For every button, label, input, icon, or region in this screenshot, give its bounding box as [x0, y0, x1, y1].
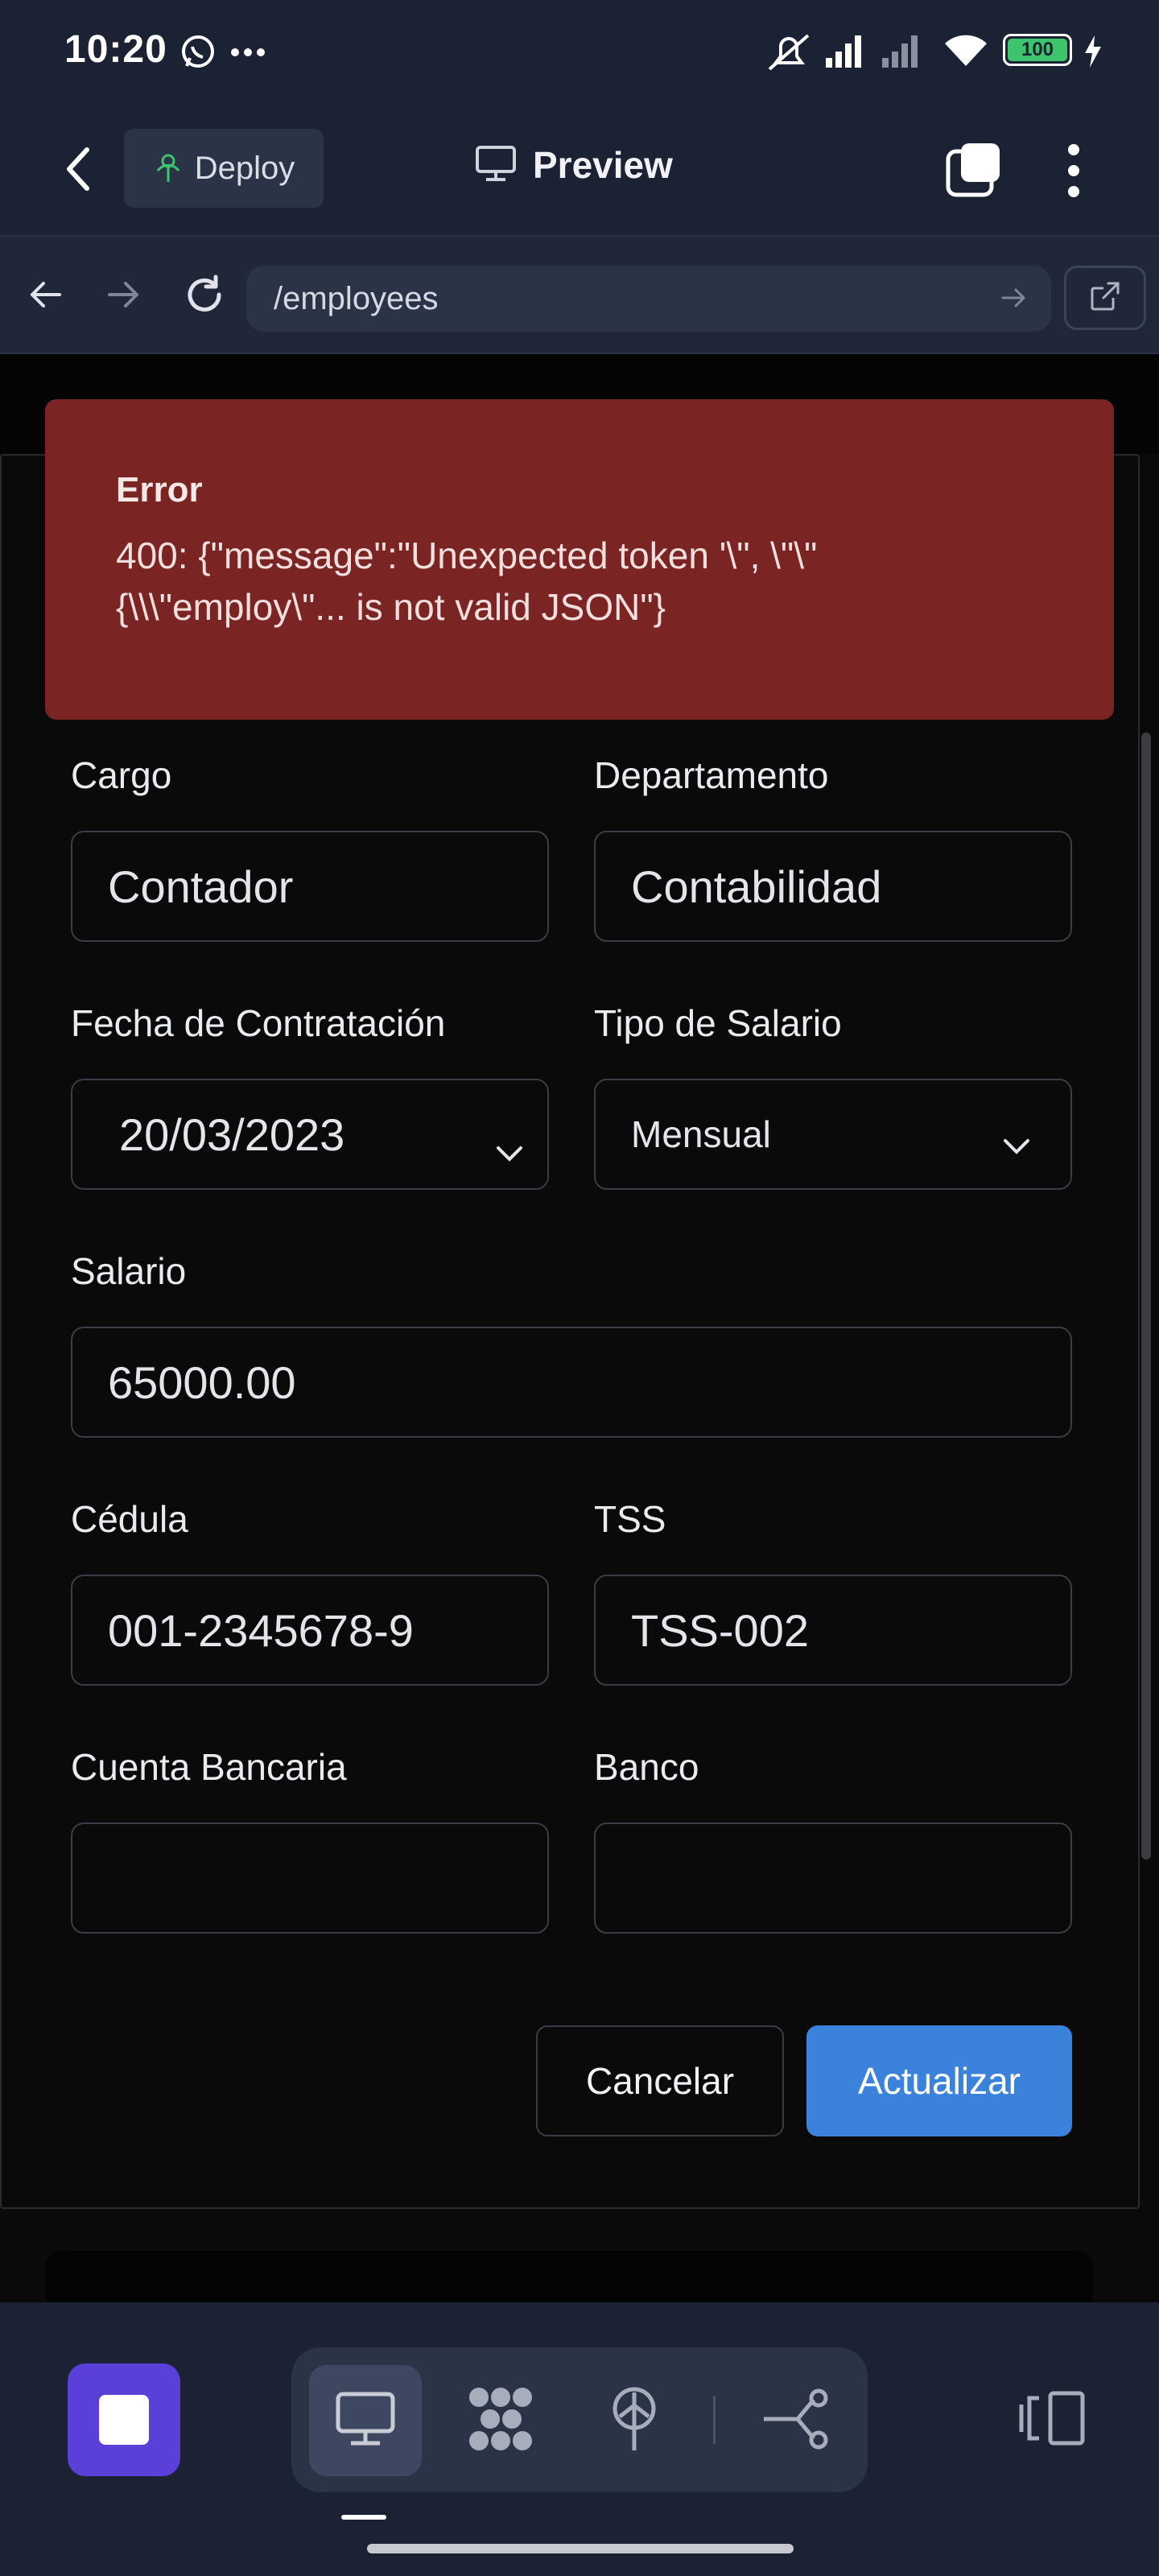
nav-back-icon[interactable]: [27, 277, 63, 316]
error-message: 400: {"message":"Unexpected token '\", \…: [116, 535, 818, 628]
tipo-salario-value: Mensual: [631, 1113, 771, 1155]
fecha-value: 20/03/2023: [119, 1108, 345, 1160]
layout-toggle-button[interactable]: [996, 2363, 1109, 2476]
cargo-label: Cargo: [71, 754, 172, 796]
cedula-input[interactable]: 001-2345678-9: [71, 1575, 549, 1686]
deploy-tree-icon: [604, 2384, 665, 2458]
app-header: Deploy Preview: [0, 103, 1159, 235]
deploy-button[interactable]: Deploy: [124, 129, 324, 208]
cargo-input[interactable]: Contador: [71, 831, 549, 942]
deploy-icon: [153, 150, 184, 188]
salario-input[interactable]: 65000.00: [71, 1327, 1072, 1438]
departamento-input[interactable]: Contabilidad: [594, 831, 1072, 942]
wifi-icon: [942, 31, 990, 73]
signal-off-icon: [881, 32, 926, 73]
layout-icon: [1018, 2390, 1087, 2450]
tss-label: TSS: [594, 1498, 666, 1540]
salario-label: Salario: [71, 1250, 187, 1292]
bottom-dock: [0, 2302, 1159, 2576]
stop-button[interactable]: [68, 2363, 180, 2476]
open-external-button[interactable]: [1064, 266, 1146, 330]
back-icon[interactable]: [63, 145, 95, 197]
error-toast: Error 400: {"message":"Unexpected token …: [45, 399, 1114, 720]
banco-input[interactable]: [594, 1823, 1072, 1934]
external-link-icon: [1089, 280, 1121, 316]
update-button[interactable]: Actualizar: [806, 2025, 1072, 2136]
error-title: Error: [116, 470, 203, 510]
departamento-label: Departamento: [594, 754, 829, 796]
tipo-salario-select[interactable]: Mensual: [594, 1079, 1072, 1190]
active-tab-indicator: [341, 2515, 386, 2520]
banco-label: Banco: [594, 1746, 699, 1788]
git-branch-icon: [761, 2388, 830, 2454]
cancel-button[interactable]: Cancelar: [536, 2025, 784, 2136]
cedula-label: Cédula: [71, 1498, 188, 1540]
monitor-icon: [335, 2391, 396, 2451]
charging-icon: [1083, 35, 1103, 72]
more-dots-icon: [230, 47, 266, 61]
url-text: /employees: [274, 280, 439, 316]
url-field[interactable]: /employees: [246, 266, 1051, 332]
fecha-label: Fecha de Contratación: [71, 1002, 446, 1044]
whatsapp-icon: [179, 32, 217, 75]
battery-icon: 100: [1003, 34, 1072, 66]
signal-icon: [824, 32, 869, 73]
browser-bar: /employees: [0, 235, 1159, 354]
page-title: Preview: [533, 144, 673, 186]
tool-packages[interactable]: [444, 2365, 557, 2476]
refresh-icon[interactable]: [182, 272, 227, 321]
more-vertical-icon[interactable]: [1067, 143, 1080, 202]
status-bar: 10:20 100: [0, 0, 1159, 103]
tipo-salario-label: Tipo de Salario: [594, 1002, 842, 1044]
nav-forward-icon[interactable]: [106, 277, 142, 316]
stop-icon: [99, 2395, 149, 2445]
tool-git[interactable]: [739, 2365, 852, 2476]
status-time: 10:20: [64, 28, 167, 71]
fecha-date-input[interactable]: 20/03/2023: [71, 1079, 549, 1190]
tool-group: [291, 2347, 868, 2492]
mute-icon: [765, 31, 813, 78]
preview-title-wrap: Preview: [475, 143, 673, 187]
tool-deploy[interactable]: [578, 2365, 691, 2476]
cuenta-bancaria-input[interactable]: [71, 1823, 549, 1934]
tabs-icon[interactable]: [945, 140, 1003, 202]
cuenta-bancaria-label: Cuenta Bancaria: [71, 1746, 347, 1788]
chevron-down-icon: [1003, 1121, 1030, 1164]
chevron-down-icon: [496, 1121, 523, 1173]
home-indicator[interactable]: [367, 2544, 794, 2553]
monitor-icon: [475, 145, 517, 186]
puzzle-icon: [466, 2384, 535, 2458]
go-arrow-icon[interactable]: [1000, 283, 1029, 316]
tool-divider: [713, 2396, 716, 2444]
tss-input[interactable]: TSS-002: [594, 1575, 1072, 1686]
tool-preview[interactable]: [309, 2365, 422, 2476]
deploy-label: Deploy: [194, 150, 295, 186]
scrollbar[interactable]: [1141, 733, 1151, 1860]
